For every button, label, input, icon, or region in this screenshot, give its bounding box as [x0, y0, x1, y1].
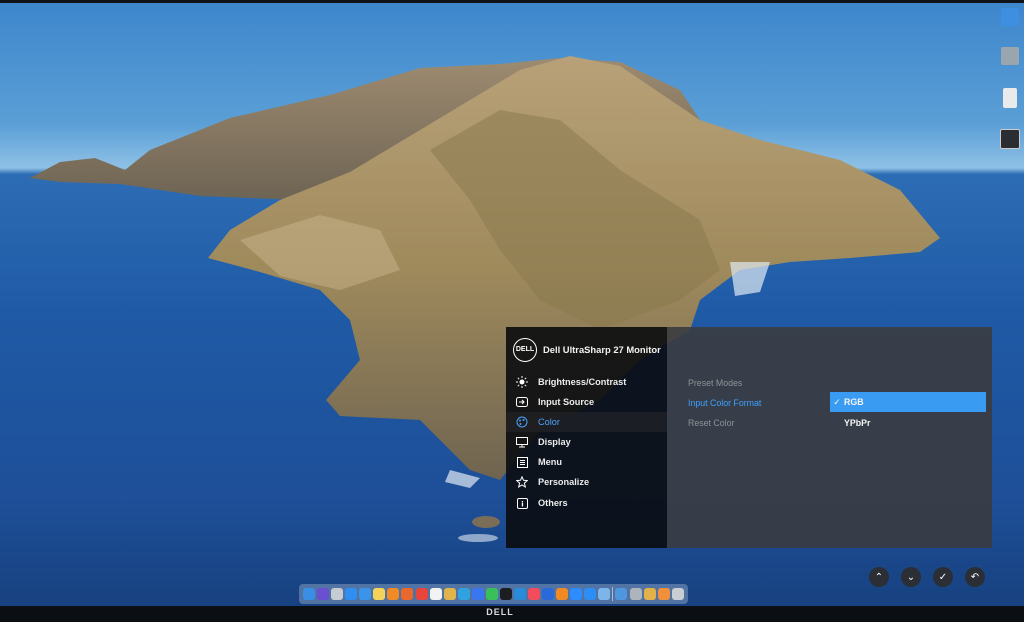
osd-submenu-reset-color[interactable]: Reset Color [688, 418, 734, 428]
osd-title: Dell UltraSharp 27 Monitor [543, 344, 661, 355]
rock-outcrop-shape [472, 516, 500, 528]
osd-menu-label: Others [538, 498, 568, 508]
svg-text:i: i [521, 500, 523, 508]
input-source-icon [516, 396, 528, 408]
image-file-icon [1001, 47, 1019, 65]
brightness-icon [516, 376, 528, 388]
desktop-item[interactable] [996, 88, 1024, 108]
launchpad-icon[interactable] [331, 588, 344, 600]
menu-list-icon [516, 456, 528, 468]
notion-icon[interactable] [429, 588, 442, 600]
osd-menu-label: Menu [538, 457, 562, 467]
pages-icon[interactable] [387, 588, 400, 600]
terminal-icon [1000, 129, 1020, 149]
osd-menu-label: Input Source [538, 397, 595, 407]
osd-menu-item-input-source[interactable]: Input Source [506, 392, 667, 412]
whatsapp-icon[interactable] [485, 588, 498, 600]
desktop-item[interactable] [996, 47, 1024, 65]
desktop-item[interactable] [996, 129, 1024, 149]
dock-separator [612, 587, 614, 601]
osd-submenu-input-color-format[interactable]: Input Color Format [688, 398, 761, 408]
surf-foam-shape [458, 534, 498, 542]
chevron-down-icon: ⌄ [906, 571, 916, 583]
preview-icon[interactable] [598, 588, 611, 600]
check-icon: ✓ [938, 571, 948, 583]
osd-menu-item-menu[interactable]: Menu [506, 452, 667, 472]
siri-icon[interactable] [317, 588, 330, 600]
osd-menu-label: Display [538, 437, 571, 447]
terminal-icon[interactable] [499, 588, 512, 600]
xcode-icon[interactable] [615, 588, 628, 600]
osd-menu-label: Color [538, 417, 560, 427]
dell-bezel-logo: DELL [486, 607, 514, 617]
osd-back-button[interactable]: ↶ [965, 567, 985, 587]
surf-foam-shape [730, 262, 770, 296]
others-icon: i [516, 497, 528, 509]
photos-icon[interactable] [657, 588, 670, 600]
telegram-icon[interactable] [457, 588, 470, 600]
osd-down-button[interactable]: ⌄ [901, 567, 921, 587]
osd-option-label: RGB [844, 397, 864, 407]
osd-menu-label: Personalize [538, 477, 590, 487]
osd-confirm-button[interactable]: ✓ [933, 567, 953, 587]
music-icon[interactable] [528, 588, 540, 600]
1password-icon[interactable] [542, 588, 555, 600]
osd-header: DELL Dell UltraSharp 27 Monitor [506, 327, 667, 372]
folder-icon [1001, 8, 1019, 26]
osd-menu-item-personalize[interactable]: Personalize [506, 472, 667, 492]
finder-icon[interactable] [303, 588, 315, 600]
desktop-item[interactable] [996, 8, 1024, 26]
osd-menu-label: Brightness/Contrast [538, 377, 627, 387]
dell-logo-icon: DELL [513, 337, 537, 362]
trash-icon[interactable] [671, 588, 684, 600]
surf-foam-shape [445, 470, 480, 488]
slack-icon[interactable] [443, 588, 456, 600]
automator-icon[interactable] [629, 588, 642, 600]
zoom-icon[interactable] [570, 588, 583, 600]
dock [299, 584, 688, 604]
firefox-icon[interactable] [401, 588, 414, 600]
back-icon: ↶ [970, 571, 980, 583]
check-icon: ✓ [833, 396, 841, 407]
signal-icon[interactable] [471, 588, 484, 600]
chrome-icon[interactable] [415, 588, 428, 600]
osd-main-menu: DELL Dell UltraSharp 27 Monitor Brightne… [506, 327, 667, 548]
osd-option-label: YPbPr [844, 418, 871, 428]
mail-icon[interactable] [359, 588, 372, 600]
osd-menu-item-color[interactable]: Color [506, 412, 667, 432]
vlc-icon[interactable] [556, 588, 569, 600]
chevron-up-icon: ⌃ [874, 571, 884, 583]
monitor-bezel-top [0, 0, 1024, 3]
safari-icon[interactable] [345, 588, 358, 600]
osd-menu-item-display[interactable]: Display [506, 432, 667, 452]
vscode-icon[interactable] [513, 588, 526, 600]
color-palette-icon [516, 416, 528, 428]
app-store-icon[interactable] [584, 588, 597, 600]
archive-icon[interactable] [643, 588, 656, 600]
document-icon [1003, 88, 1017, 108]
osd-submenu-panel: Preset Modes Input Color Format Reset Co… [667, 327, 992, 548]
star-icon [516, 476, 528, 488]
osd-menu-item-brightness-contrast[interactable]: Brightness/Contrast [506, 372, 667, 392]
osd-option-rgb[interactable]: ✓ RGB [830, 392, 986, 412]
osd-up-button[interactable]: ⌃ [869, 567, 889, 587]
display-icon [516, 436, 528, 448]
osd-menu-item-others[interactable]: i Others [506, 493, 667, 513]
osd-option-ypbpr[interactable]: YPbPr [830, 413, 986, 433]
osd-submenu-preset-modes[interactable]: Preset Modes [688, 378, 742, 388]
notes-icon[interactable] [373, 588, 386, 600]
